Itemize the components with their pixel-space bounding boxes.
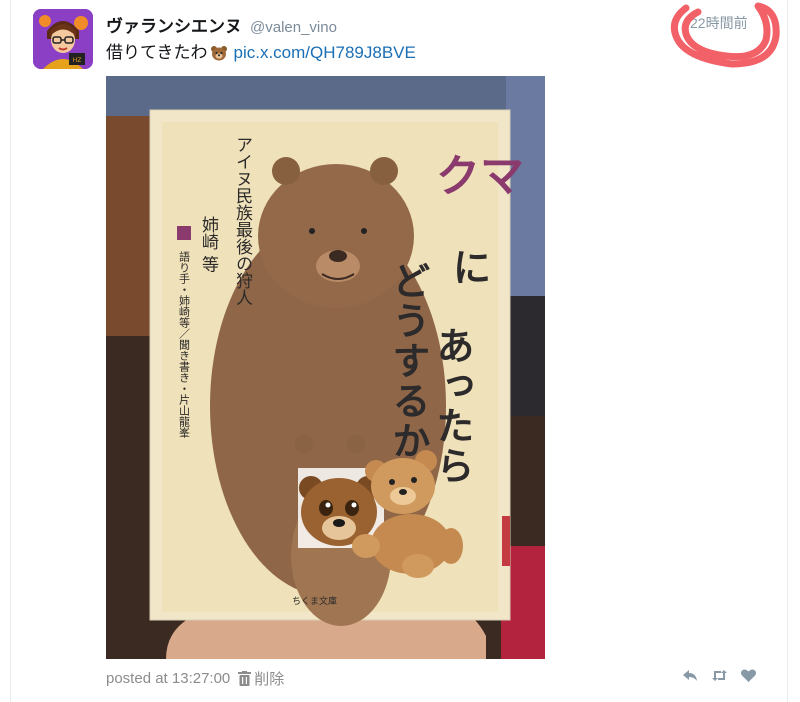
svg-text:姉崎 等: 姉崎 等 <box>198 216 219 272</box>
tweet-photo[interactable]: クマ に あったら どうするか アイヌ民族最後の狩人 姉崎 等 語り手・姉崎等／… <box>106 76 545 659</box>
retweet-icon[interactable] <box>711 668 728 683</box>
tweet-footer: posted at 13:27:00 削除 <box>106 668 284 689</box>
avatar-illustration: HZ <box>33 9 93 69</box>
posted-at: posted at 13:27:00 <box>106 670 231 687</box>
svg-text:どうするか: どうするか <box>386 261 430 461</box>
svg-text:語り手・姉崎等／聞き書き・片山龍峯: 語り手・姉崎等／聞き書き・片山龍峯 <box>178 250 191 439</box>
avatar[interactable]: HZ <box>33 9 93 69</box>
svg-text:ちくま文庫: ちくま文庫 <box>292 595 337 607</box>
bear-face-emoji-icon <box>210 45 228 61</box>
book-title-kuma: クマ <box>436 151 524 202</box>
display-name[interactable]: ヴァランシエンヌ <box>106 12 242 37</box>
media-link[interactable]: pic.x.com/QH789J8BVE <box>234 42 416 64</box>
tweet-actions <box>682 668 757 683</box>
reply-icon[interactable] <box>682 668 699 683</box>
like-icon[interactable] <box>740 668 757 683</box>
publisher-mark <box>177 226 191 240</box>
svg-text:HZ: HZ <box>73 57 82 64</box>
tweet-header: ヴァランシエンヌ @valen_vino <box>106 12 337 37</box>
svg-text:に: に <box>453 246 491 290</box>
delete-label: 削除 <box>254 670 285 688</box>
svg-text:アイヌ民族最後の狩人: アイヌ民族最後の狩人 <box>232 136 253 306</box>
book-photo: クマ に あったら どうするか アイヌ民族最後の狩人 姉崎 等 語り手・姉崎等／… <box>106 76 545 659</box>
trash-icon <box>238 671 252 686</box>
tweet-body: 借りてきたわ <box>106 43 208 63</box>
user-handle[interactable]: @valen_vino <box>250 19 337 36</box>
tweet-text: 借りてきたわ pic.x.com/QH789J8BVE <box>106 42 416 64</box>
delete-button[interactable]: 削除 <box>238 668 284 689</box>
timestamp[interactable]: 22時間前 <box>690 13 748 33</box>
